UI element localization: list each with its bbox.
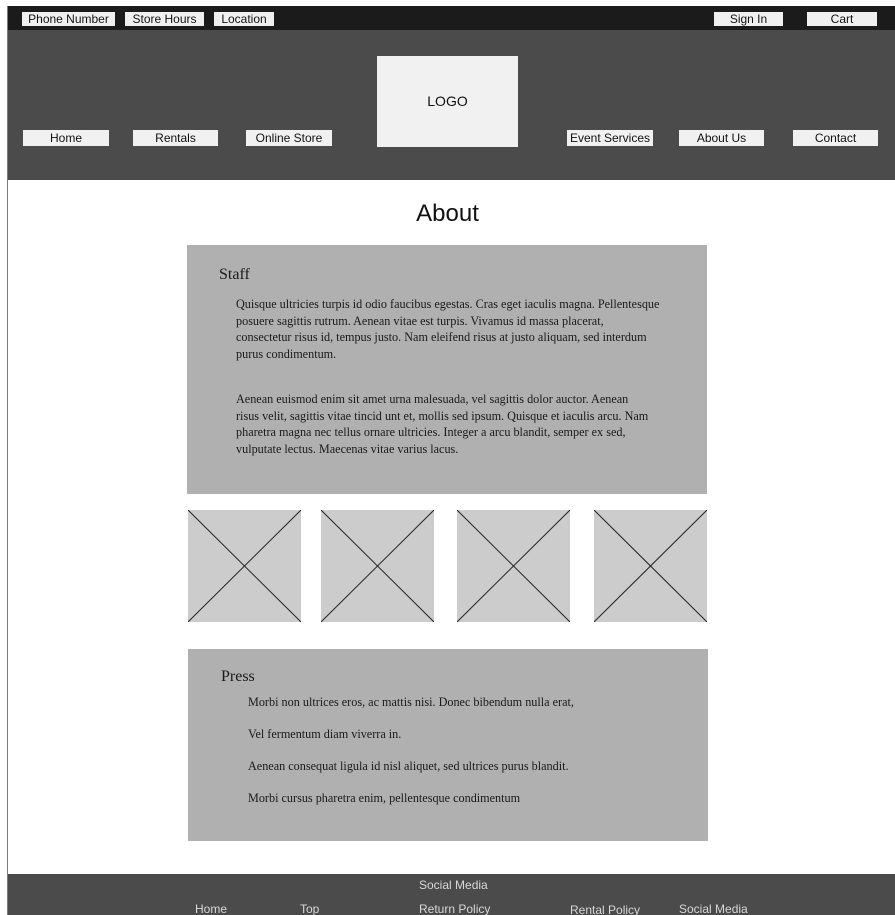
phone-number-link[interactable]: Phone Number [22,12,115,26]
image-placeholder-icon [188,510,301,622]
press-item: Morbi cursus pharetra enim, pellentesque… [248,791,521,805]
footer-home-link[interactable]: Home [195,902,227,915]
image-placeholder-icon [321,510,434,622]
press-panel: Press Morbi non ultrices eros, ac mattis… [188,649,708,841]
nav-about-us[interactable]: About Us [679,130,764,146]
footer-social-media-heading[interactable]: Social Media [419,878,488,892]
page-title: About [416,200,479,227]
footer-return-policy-link[interactable]: Return Policy [419,902,490,915]
press-item: Vel fermentum diam viverra in. [248,727,402,741]
store-hours-link[interactable]: Store Hours [125,12,204,26]
press-item: Morbi non ultrices eros, ac mattis nisi.… [248,695,574,709]
nav-home[interactable]: Home [23,130,109,146]
footer-social-media-link[interactable]: Social Media [679,902,748,915]
staff-panel: Staff Quisque ultricies turpis id odio f… [187,245,707,494]
nav-online-store[interactable]: Online Store [246,130,332,146]
footer-rental-policy-link[interactable]: Rental Policy [570,903,640,915]
image-placeholder-icon [594,510,707,622]
footer-top-link[interactable]: Top [300,902,319,915]
staff-paragraph: Quisque ultricies turpis id odio faucibu… [236,297,660,361]
footer: Social Media Home Top Return Policy Rent… [8,874,895,915]
sign-in-button[interactable]: Sign In [714,12,783,26]
logo[interactable]: LOGO [377,56,518,147]
staff-heading: Staff [219,266,250,283]
nav-contact[interactable]: Contact [793,130,878,146]
utility-bar: Phone Number Store Hours Location Sign I… [8,6,895,30]
staff-paragraph: Aenean euismod enim sit amet urna malesu… [236,392,649,456]
press-item: Aenean consequat ligula id nisl aliquet,… [248,759,569,773]
nav-event-services[interactable]: Event Services [567,130,653,146]
nav-rentals[interactable]: Rentals [133,130,218,146]
cart-button[interactable]: Cart [807,12,877,26]
location-link[interactable]: Location [214,12,274,26]
image-placeholder-icon [457,510,570,622]
press-heading: Press [221,668,255,685]
